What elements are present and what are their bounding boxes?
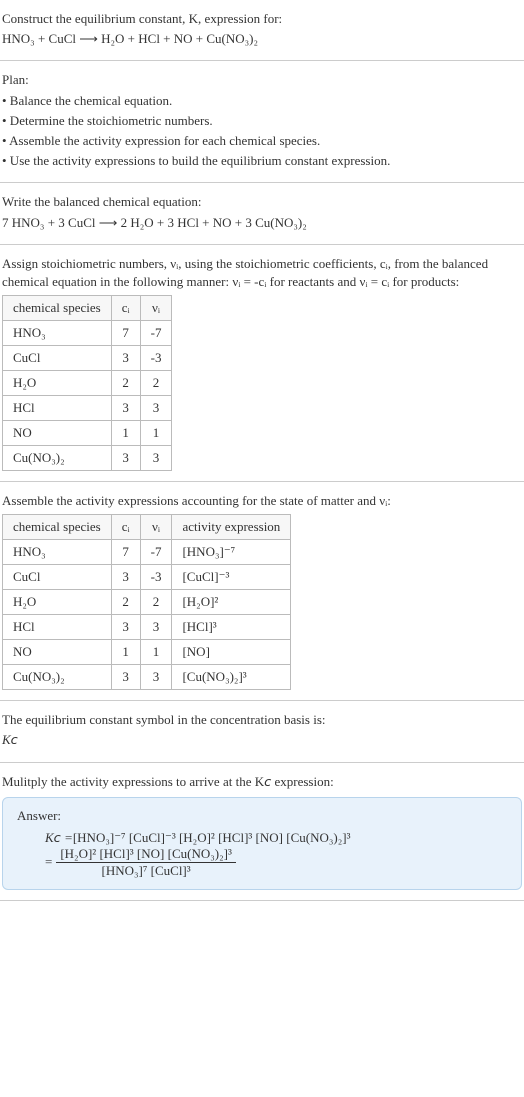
prompt-section: Construct the equilibrium constant, K, e… — [0, 0, 524, 61]
plan-bullet-3: • Assemble the activity expression for e… — [2, 132, 522, 150]
cell-ci: 3 — [111, 346, 140, 371]
table-row: H₂O22[H₂O]² — [3, 590, 291, 615]
cell-ci: 1 — [111, 421, 140, 446]
cell-ci: 3 — [111, 615, 140, 640]
table-row: CuCl3-3[CuCl]⁻³ — [3, 565, 291, 590]
plan-bullet-1: • Balance the chemical equation. — [2, 92, 522, 110]
cell-species: NO — [3, 421, 112, 446]
col-vi: νᵢ — [140, 296, 172, 321]
cell-ci: 1 — [111, 640, 140, 665]
fraction: [H₂O]² [HCl]³ [NO] [Cu(NO₃)₂]³ [HNO₃]⁷ [… — [56, 846, 236, 879]
cell-species: HCl — [3, 396, 112, 421]
col-ci: cᵢ — [111, 296, 140, 321]
table-row: Cu(NO₃)₂33 — [3, 446, 172, 471]
stoich-table: chemical species cᵢ νᵢ HNO₃7-7 CuCl3-3 H… — [2, 295, 172, 471]
answer-box: Answer: K𝘤 = [HNO₃]⁻⁷ [CuCl]⁻³ [H₂O]² [H… — [2, 797, 522, 890]
cell-species: NO — [3, 640, 112, 665]
symbol-text: The equilibrium constant symbol in the c… — [2, 711, 522, 729]
cell-species: H₂O — [3, 590, 112, 615]
cell-activity: [Cu(NO₃)₂]³ — [172, 665, 291, 690]
prompt-equation: HNO₃ + CuCl ⟶ H₂O + HCl + NO + Cu(NO₃)₂ — [2, 30, 522, 48]
table-row: Cu(NO₃)₂33[Cu(NO₃)₂]³ — [3, 665, 291, 690]
cell-ci: 7 — [111, 321, 140, 346]
cell-vi: 3 — [140, 446, 172, 471]
cell-species: HNO₃ — [3, 540, 112, 565]
cell-activity: [H₂O]² — [172, 590, 291, 615]
col-ci: cᵢ — [111, 515, 140, 540]
expression-paragraph: Mulitply the activity expressions to arr… — [2, 773, 522, 791]
kc-product: [HNO₃]⁻⁷ [CuCl]⁻³ [H₂O]² [HCl]³ [NO] [Cu… — [73, 830, 351, 846]
symbol-kc: K𝘤 — [2, 731, 522, 749]
cell-species: CuCl — [3, 565, 112, 590]
cell-vi: -7 — [140, 321, 172, 346]
cell-species: Cu(NO₃)₂ — [3, 665, 112, 690]
cell-activity: [CuCl]⁻³ — [172, 565, 291, 590]
cell-species: HCl — [3, 615, 112, 640]
cell-ci: 2 — [111, 590, 140, 615]
col-activity: activity expression — [172, 515, 291, 540]
cell-ci: 3 — [111, 665, 140, 690]
col-species: chemical species — [3, 296, 112, 321]
stoich-paragraph: Assign stoichiometric numbers, νᵢ, using… — [2, 255, 522, 291]
activity-section: Assemble the activity expressions accoun… — [0, 482, 524, 701]
table-row: H₂O22 — [3, 371, 172, 396]
plan-heading: Plan: — [2, 71, 522, 89]
cell-ci: 3 — [111, 396, 140, 421]
cell-ci: 3 — [111, 565, 140, 590]
prompt-line-1: Construct the equilibrium constant, K, e… — [2, 10, 522, 28]
answer-line-1: K𝘤 = [HNO₃]⁻⁷ [CuCl]⁻³ [H₂O]² [HCl]³ [NO… — [45, 830, 507, 846]
cell-vi: -3 — [140, 565, 172, 590]
expression-section: Mulitply the activity expressions to arr… — [0, 763, 524, 901]
plan-bullet-4: • Use the activity expressions to build … — [2, 152, 522, 170]
col-vi: νᵢ — [140, 515, 172, 540]
answer-equation: K𝘤 = [HNO₃]⁻⁷ [CuCl]⁻³ [H₂O]² [HCl]³ [NO… — [45, 830, 507, 879]
kc-lhs: K𝘤 = — [45, 830, 73, 846]
table-row: NO11 — [3, 421, 172, 446]
cell-activity: [HNO₃]⁻⁷ — [172, 540, 291, 565]
balanced-eqn-section: Write the balanced chemical equation: 7 … — [0, 183, 524, 244]
table-header-row: chemical species cᵢ νᵢ — [3, 296, 172, 321]
cell-ci: 2 — [111, 371, 140, 396]
table-row: HCl33 — [3, 396, 172, 421]
col-species: chemical species — [3, 515, 112, 540]
cell-vi: -7 — [140, 540, 172, 565]
symbol-section: The equilibrium constant symbol in the c… — [0, 701, 524, 762]
table-row: HCl33[HCl]³ — [3, 615, 291, 640]
cell-species: H₂O — [3, 371, 112, 396]
cell-activity: [HCl]³ — [172, 615, 291, 640]
cell-vi: 1 — [140, 640, 172, 665]
numerator: [H₂O]² [HCl]³ [NO] [Cu(NO₃)₂]³ — [56, 846, 236, 863]
equals-sign: = — [45, 854, 52, 870]
cell-vi: 1 — [140, 421, 172, 446]
cell-activity: [NO] — [172, 640, 291, 665]
plan-bullet-2: • Determine the stoichiometric numbers. — [2, 112, 522, 130]
cell-vi: 2 — [140, 590, 172, 615]
activity-table: chemical species cᵢ νᵢ activity expressi… — [2, 514, 291, 690]
cell-ci: 3 — [111, 446, 140, 471]
cell-vi: 3 — [140, 615, 172, 640]
cell-species: HNO₃ — [3, 321, 112, 346]
plan-section: Plan: • Balance the chemical equation. •… — [0, 61, 524, 183]
cell-species: CuCl — [3, 346, 112, 371]
table-row: HNO₃7-7[HNO₃]⁻⁷ — [3, 540, 291, 565]
cell-species: Cu(NO₃)₂ — [3, 446, 112, 471]
cell-vi: 3 — [140, 665, 172, 690]
answer-label: Answer: — [17, 808, 507, 824]
balanced-eqn-heading: Write the balanced chemical equation: — [2, 193, 522, 211]
table-row: HNO₃7-7 — [3, 321, 172, 346]
cell-vi: 3 — [140, 396, 172, 421]
cell-vi: -3 — [140, 346, 172, 371]
cell-vi: 2 — [140, 371, 172, 396]
denominator: [HNO₃]⁷ [CuCl]³ — [56, 863, 236, 879]
table-row: NO11[NO] — [3, 640, 291, 665]
balanced-eqn: 7 HNO₃ + 3 CuCl ⟶ 2 H₂O + 3 HCl + NO + 3… — [2, 214, 522, 232]
table-row: CuCl3-3 — [3, 346, 172, 371]
table-header-row: chemical species cᵢ νᵢ activity expressi… — [3, 515, 291, 540]
answer-line-2: = [H₂O]² [HCl]³ [NO] [Cu(NO₃)₂]³ [HNO₃]⁷… — [45, 846, 507, 879]
activity-paragraph: Assemble the activity expressions accoun… — [2, 492, 522, 510]
cell-ci: 7 — [111, 540, 140, 565]
stoich-section: Assign stoichiometric numbers, νᵢ, using… — [0, 245, 524, 482]
